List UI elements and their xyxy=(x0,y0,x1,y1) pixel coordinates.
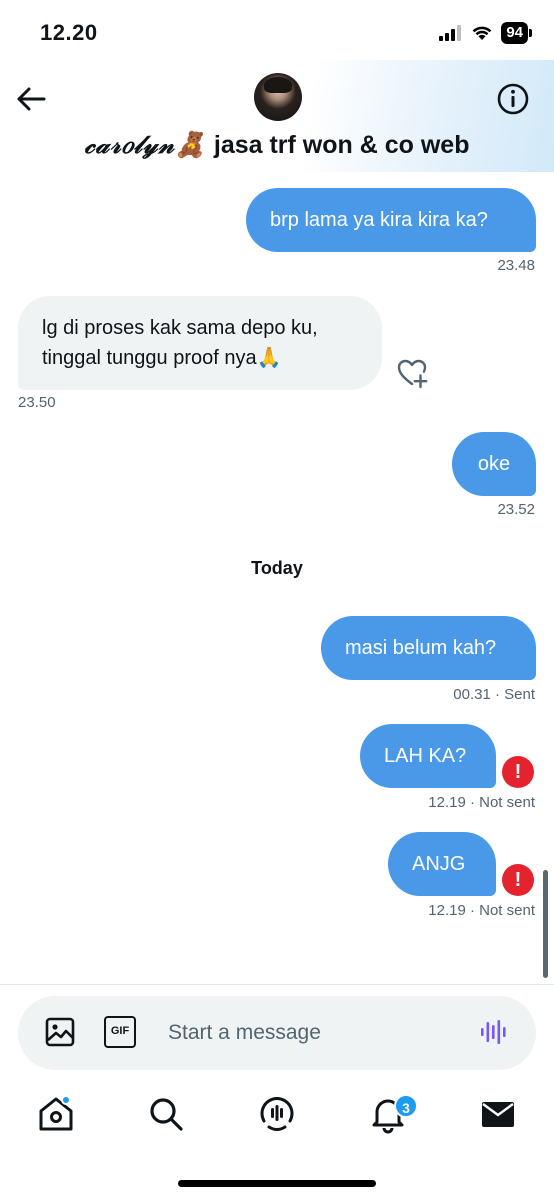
message-bubble-incoming[interactable]: lg di proses kak sama depo ku, tinggal t… xyxy=(18,296,382,390)
messages-envelope-icon[interactable] xyxy=(478,1094,518,1134)
message-input[interactable] xyxy=(168,1014,458,1052)
battery-icon: 94 xyxy=(501,22,532,44)
contact-name-text: jasa trf won & co web xyxy=(206,131,470,159)
error-icon[interactable]: ! xyxy=(502,864,534,896)
message-bubble-outgoing[interactable]: oke xyxy=(452,432,536,496)
conversation-header: 𝒸𝒶𝓇𝑜𝓁𝓎𝓃🧸 jasa trf won & co web xyxy=(0,60,554,172)
day-separator: Today xyxy=(251,558,303,578)
message-bubble-outgoing[interactable]: brp lama ya kira kira ka? xyxy=(246,188,536,252)
back-arrow-icon[interactable] xyxy=(14,82,48,116)
message-status: 00.31 · Sent xyxy=(453,686,535,703)
search-icon[interactable] xyxy=(146,1094,186,1134)
add-reaction-heart-icon[interactable] xyxy=(396,356,430,390)
home-new-indicator xyxy=(61,1095,71,1105)
scrollbar[interactable] xyxy=(543,870,548,978)
message-list[interactable]: brp lama ya kira kira ka? 23.48 lg di pr… xyxy=(0,172,554,984)
bottom-tab-bar xyxy=(0,1080,554,1160)
home-indicator[interactable] xyxy=(178,1180,376,1187)
gif-icon[interactable]: GIF xyxy=(104,1016,136,1048)
message-bubble-outgoing[interactable]: masi belum kah? xyxy=(321,616,536,680)
info-icon[interactable] xyxy=(496,82,530,116)
message-status: 12.19 · Not sent xyxy=(428,902,535,919)
message-status: 12.19 · Not sent xyxy=(428,794,535,811)
wifi-icon xyxy=(472,26,492,40)
status-icons: 94 xyxy=(439,22,532,44)
status-bar: 12.20 94 xyxy=(0,0,554,64)
contact-name[interactable]: 𝒸𝒶𝓇𝑜𝓁𝓎𝓃🧸 jasa trf won & co web xyxy=(0,130,554,160)
message-bubble-outgoing[interactable]: LAH KA? xyxy=(360,724,496,788)
signal-icon xyxy=(439,25,462,41)
voice-icon[interactable] xyxy=(478,1016,510,1048)
message-timestamp: 23.50 xyxy=(18,394,56,411)
avatar[interactable] xyxy=(254,73,302,121)
message-bubble-outgoing[interactable]: ANJG xyxy=(388,832,496,896)
notifications-badge: 3 xyxy=(394,1094,418,1118)
message-text-line: lg di proses kak sama depo ku, xyxy=(42,317,318,339)
message-timestamp: 23.52 xyxy=(497,501,535,518)
contact-name-script: 𝒸𝒶𝓇𝑜𝓁𝓎𝓃🧸 xyxy=(84,130,207,159)
message-composer: GIF xyxy=(18,996,536,1070)
message-text-line: tinggal tunggu proof nya🙏 xyxy=(42,347,282,369)
composer-divider xyxy=(0,984,554,985)
spaces-icon[interactable] xyxy=(257,1094,297,1134)
error-icon[interactable]: ! xyxy=(502,756,534,788)
status-time: 12.20 xyxy=(40,20,98,45)
message-timestamp: 23.48 xyxy=(497,257,535,274)
image-icon[interactable] xyxy=(44,1016,76,1048)
